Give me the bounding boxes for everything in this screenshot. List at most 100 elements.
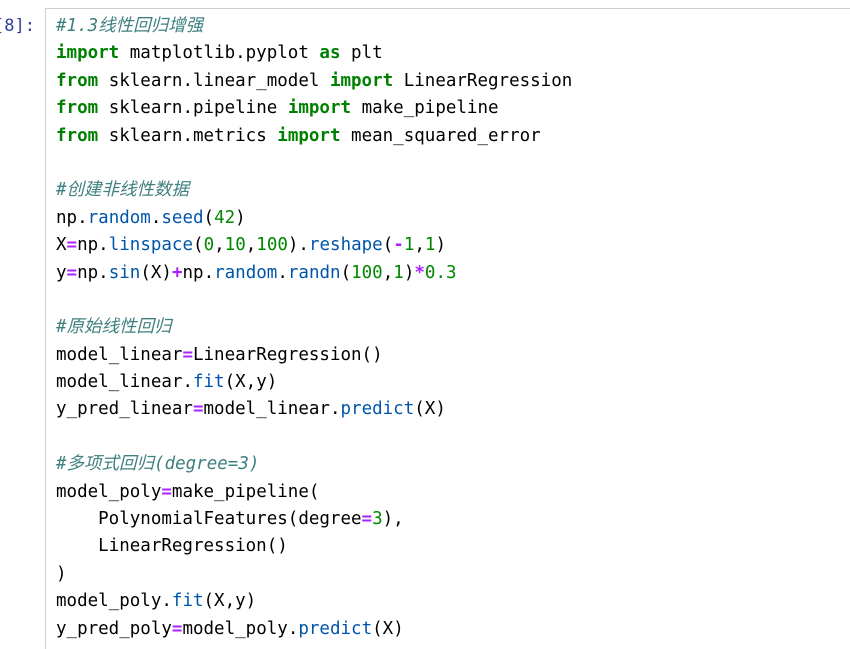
code-token: = [66,262,78,283]
code-token: matplotlib.pyplot [119,43,320,64]
code-token: , [414,235,425,256]
code-line: ) [56,561,572,588]
code-token: = [171,618,183,639]
code-token: ) [403,262,415,283]
code-token: 100 [256,235,288,256]
code-token: * [414,262,425,283]
code-token: ), [382,509,404,530]
code-token: X [56,235,67,256]
code-token: seed [161,207,204,228]
code-token: - [393,235,404,256]
code-token: = [161,481,172,502]
code-token: model_linear [56,372,183,393]
code-line: model_linear=LinearRegression() [56,342,572,369]
code-token: ( [340,262,352,283]
code-line: LinearRegression() [56,533,572,560]
code-line: PolynomialFeatures(degree=3), [56,506,572,533]
code-token: reshape [308,235,383,256]
code-token: sin [108,262,141,283]
code-line: model_linear.fit(X,y) [56,369,572,396]
code-token: (X,y) [224,372,278,393]
code-token: . [161,591,172,612]
code-token: sklearn.metrics [98,125,278,146]
code-token: = [361,509,373,530]
code-token: . [277,262,288,283]
code-token: (X) [414,399,446,420]
code-token: from [56,70,99,91]
code-cell[interactable]: #1.3线性回归增强 import matplotlib.pyplot as pl… [45,8,850,649]
code-line: model_poly.fit(X,y) [56,588,572,615]
code-token: as [319,43,341,64]
code-token: 0 [203,235,215,256]
code-line: model_poly=make_pipeline( [56,479,572,506]
code-token: ( [193,235,204,256]
code-token: . [98,262,109,283]
code-token: import [287,98,352,119]
code-line: y=np.sin(X)+np.random.randn(100,1)*0.3 [56,260,572,287]
code-token: model_linear [203,399,330,420]
code-token: import [277,125,341,146]
code-token: . [203,262,215,283]
code-token: model_poly [56,591,162,612]
code-token: random [87,207,151,228]
code-token: np [77,262,99,283]
code-token: , [245,235,257,256]
code-token: np [56,207,78,228]
code-token: 10 [224,235,246,256]
code-token: 42 [214,207,236,228]
code-token: #多项式回归(degree=3) [56,454,260,475]
code-token: model_linear [56,344,183,365]
code-token: . [150,207,162,228]
code-line: from sklearn.metrics import mean_squared… [56,123,572,150]
code-token: + [171,262,183,283]
code-editor[interactable]: #1.3线性回归增强 import matplotlib.pyplot as pl… [56,13,572,643]
code-token: fit [171,591,204,612]
code-line: #多项式回归(degree=3) [56,451,572,478]
code-token: = [182,344,193,365]
code-token: LinearRegression() [192,344,383,365]
code-token: np [77,235,99,256]
code-token: . [98,235,109,256]
code-token: PolynomialFeatures(degree [56,509,362,530]
code-line: #1.3线性回归增强 [56,13,572,40]
code-token: 3 [372,509,383,530]
code-token: ( [203,207,215,228]
code-line: #创建非线性数据 [56,177,572,204]
code-token: 0.3 [424,262,457,283]
code-token: sklearn.linear_model [98,70,330,91]
code-token: import [56,43,120,64]
code-token: from [56,125,99,146]
code-token: fit [192,372,225,393]
code-token: make_pipeline [351,98,499,119]
code-token: ) [56,563,67,584]
code-token: import [329,70,394,91]
code-token: ). [287,235,309,256]
notebook-page: [8]: #1.3线性回归增强 import matplotlib.pyplot … [0,0,850,649]
code-token: model_poly [182,618,288,639]
code-token: . [287,618,299,639]
code-token: y_pred_poly [56,618,172,639]
code-token: (X,y) [203,591,257,612]
code-token: plt [340,43,383,64]
code-token: . [77,207,88,228]
code-token: 1 [403,235,415,256]
code-token: predict [298,618,373,639]
code-token: LinearRegression() [56,536,288,557]
code-token: from [56,98,99,119]
code-line: X=np.linspace(0,10,100).reshape(-1,1) [56,232,572,259]
code-token: 1 [393,262,404,283]
cell-prompt: [8]: [0,16,35,36]
code-token: y [56,262,67,283]
code-token: 100 [351,262,383,283]
code-token: linspace [108,235,194,256]
code-token: . [182,372,193,393]
code-line: from sklearn.linear_model import LinearR… [56,68,572,95]
code-line: y_pred_linear=model_linear.predict(X) [56,396,572,423]
code-token: sklearn.pipeline [98,98,288,119]
code-token: 1 [424,235,436,256]
code-token: #创建非线性数据 [56,180,190,201]
code-token: = [66,235,78,256]
code-token: , [214,235,225,256]
code-token: LinearRegression [393,70,573,91]
